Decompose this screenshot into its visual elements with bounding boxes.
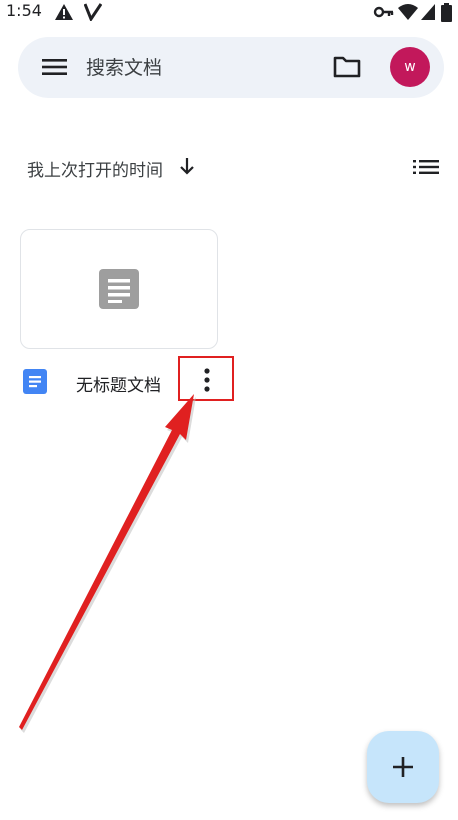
avatar[interactable]: w xyxy=(390,47,430,87)
arrow-down-icon[interactable] xyxy=(178,156,196,176)
warning-icon xyxy=(55,4,73,20)
key-icon xyxy=(373,6,394,18)
signal-v-icon xyxy=(84,3,102,21)
document-thumbnail-icon xyxy=(99,269,139,309)
wifi-icon xyxy=(398,4,418,20)
search-input[interactable] xyxy=(86,54,316,82)
document-title[interactable]: 无标题文档 xyxy=(76,371,161,396)
new-document-button[interactable] xyxy=(367,731,439,803)
status-bar: 1:54 xyxy=(0,0,458,24)
signal-icon xyxy=(421,4,435,20)
menu-icon[interactable] xyxy=(42,57,67,77)
plus-icon xyxy=(393,757,413,777)
battery-icon xyxy=(441,3,452,22)
annotation-arrow xyxy=(19,394,196,733)
search-bar[interactable]: w xyxy=(18,37,444,98)
folder-icon[interactable] xyxy=(333,56,361,78)
document-card[interactable] xyxy=(20,229,218,349)
more-vert-icon[interactable] xyxy=(203,368,211,392)
status-time: 1:54 xyxy=(6,1,42,20)
google-docs-icon xyxy=(23,369,47,394)
sort-label[interactable]: 我上次打开的时间 xyxy=(27,156,163,181)
list-view-icon[interactable] xyxy=(413,159,439,175)
